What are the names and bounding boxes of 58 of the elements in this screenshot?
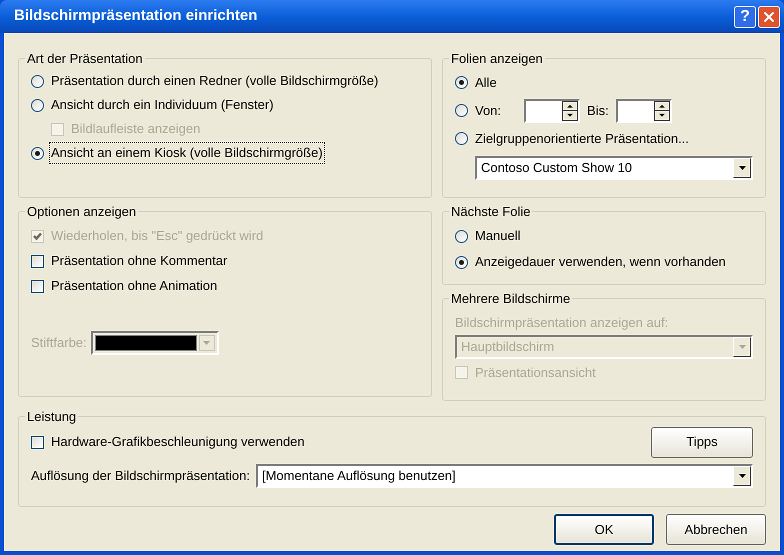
option-label: Hardware-Grafikbeschleunigung verwenden (50, 433, 306, 452)
field-label: Auflösung der Bildschirmpräsentation: (31, 466, 250, 485)
field-label: Bildschirmpräsentation anzeigen auf: (455, 314, 670, 332)
checkbox[interactable] (31, 436, 44, 448)
group-title: Art der Präsentation (26, 50, 144, 68)
option-label: Bildlaufleiste anzeigen (70, 120, 202, 138)
option-label: Manuell (474, 227, 522, 246)
dropdown-value: [Momentane Auflösung benutzen] (260, 466, 457, 485)
help-button[interactable]: ? (734, 6, 756, 28)
pen-color-label: Stiftfarbe: (31, 334, 87, 352)
radio-button[interactable] (31, 146, 44, 160)
group-title: Nächste Folie (450, 203, 532, 221)
dropdown[interactable]: [Momentane Auflösung benutzen] (256, 464, 753, 488)
group-title: Mehrere Bildschirme (450, 290, 572, 308)
check-icon (33, 232, 42, 240)
radio-button[interactable] (31, 74, 44, 88)
caret-icon (738, 166, 746, 170)
radio-button[interactable] (455, 132, 468, 145)
checkbox[interactable] (31, 254, 44, 268)
group-title: Folien anzeigen (450, 50, 544, 68)
option-label: Von: (474, 102, 502, 120)
caret-icon (203, 340, 210, 344)
color-dropdown[interactable] (90, 330, 219, 354)
spin-buttons[interactable] (654, 100, 670, 120)
option-label: Präsentation durch einen Redner (volle Bildschirmgröße) (50, 72, 380, 90)
radio-button[interactable] (31, 98, 44, 112)
dropdown-value: Contoso Custom Show 10 (480, 158, 634, 177)
caret-icon (738, 474, 746, 478)
dialog-button[interactable]: Tipps (651, 426, 753, 458)
close-button[interactable] (758, 6, 780, 28)
group-title: Leistung (26, 408, 78, 426)
radio-button[interactable] (455, 230, 468, 242)
option-label: Präsentation ohne Kommentar (50, 252, 228, 270)
dropdown-value: Hauptbildschirm (460, 338, 556, 356)
down-arrow-icon (654, 110, 669, 120)
option-label: Wiederholen, bis "Esc" gedrückt wird (50, 227, 264, 246)
option-label: Ansicht an einem Kiosk (volle Bildschirmgröße) (50, 143, 324, 163)
window-title: Bildschirmpräsentation einrichten (14, 6, 258, 26)
option-label: Zielgruppenorientierte Präsentation... (474, 130, 690, 148)
dropdown[interactable]: Contoso Custom Show 10 (475, 156, 753, 180)
option-label: Anzeigedauer verwenden, wenn vorhanden (474, 253, 727, 272)
option-label: Präsentationsansicht (474, 364, 597, 382)
dialog-button[interactable]: OK (554, 514, 654, 545)
dialog-button[interactable]: Abbrechen (666, 514, 766, 545)
radio-button[interactable] (455, 256, 468, 268)
number-field[interactable] (524, 98, 580, 122)
option-label: Bis: (586, 102, 610, 120)
spin-buttons[interactable] (562, 100, 578, 120)
option-label: Präsentation ohne Animation (50, 277, 218, 296)
checkbox[interactable] (31, 280, 44, 292)
caret-icon (738, 345, 746, 349)
number-field[interactable] (616, 98, 672, 122)
group-title: Optionen anzeigen (26, 203, 138, 221)
radio-button[interactable] (455, 104, 468, 117)
option-label: Ansicht durch ein Individuum (Fenster) (50, 96, 275, 114)
option-label: Alle (474, 74, 498, 92)
down-arrow-icon (563, 110, 578, 120)
radio-button[interactable] (455, 76, 468, 89)
